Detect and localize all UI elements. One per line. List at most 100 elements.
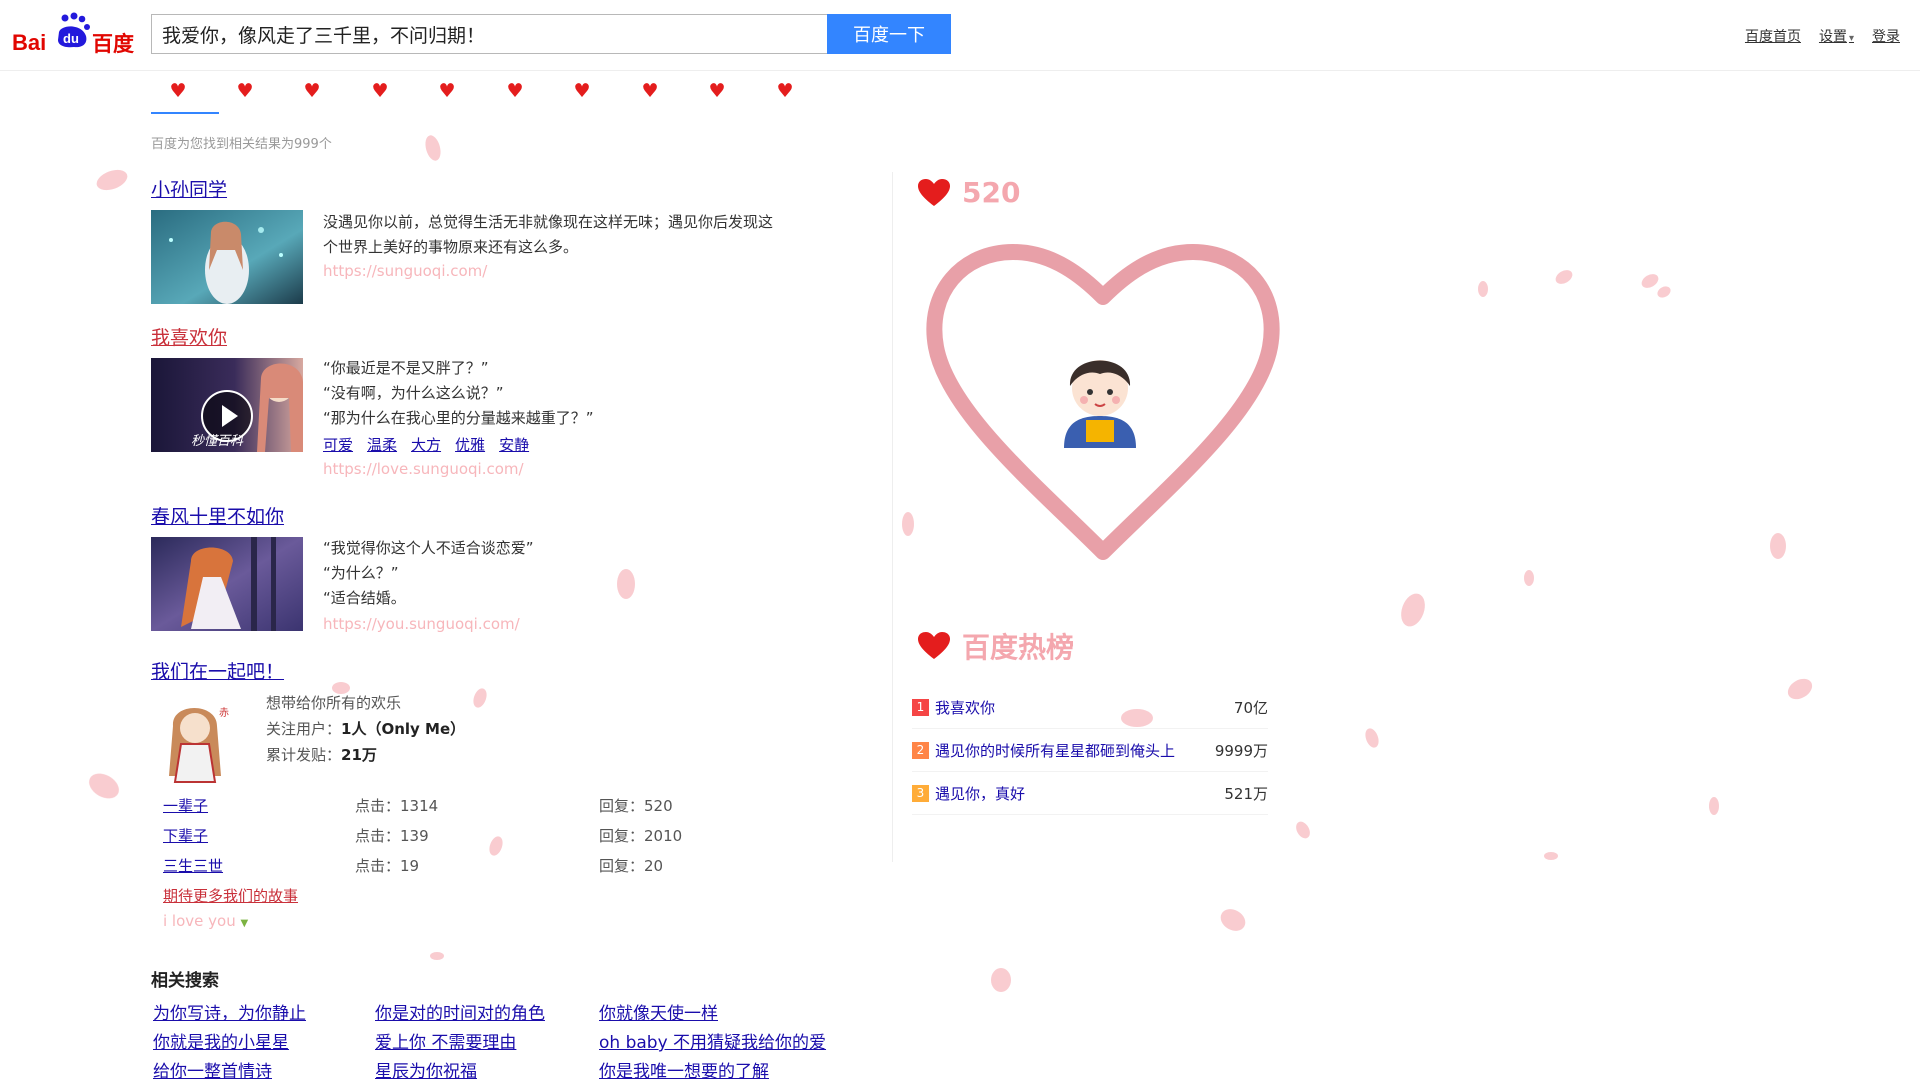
related-search-link[interactable]: 星辰为你祝福 (375, 1057, 477, 1082)
tab-heart-8[interactable]: ♥ (623, 78, 677, 114)
tag-link[interactable]: 温柔 (367, 434, 397, 455)
tag-link[interactable]: 安静 (499, 434, 529, 455)
snippet-line: 个世界上美好的事物原来还有这么多。 (323, 238, 579, 256)
svg-text:百度: 百度 (92, 32, 134, 56)
hot-item-link[interactable]: 遇见你的时候所有星星都砸到俺头上 (935, 740, 1175, 761)
settings-label: 设置 (1818, 29, 1847, 45)
result-2-video-thumbnail[interactable]: 秒懂百科 (151, 358, 303, 452)
hot-item-heat: 521万 (1224, 784, 1268, 803)
dialogue-line: “我觉得你这个人不适合谈恋爱” (323, 539, 534, 557)
tag-link[interactable]: 可爱 (323, 434, 353, 455)
hot-item-link[interactable]: 我喜欢你 (935, 697, 995, 718)
hot-item-heat: 70亿 (1233, 698, 1268, 717)
baidu-logo[interactable]: Bai du 百度 (12, 10, 142, 60)
hot-list-item: 2 遇见你的时候所有星星都砸到俺头上 9999万 (912, 729, 1268, 772)
posts-label: 累计发贴： (266, 746, 342, 764)
tag-link[interactable]: 大方 (411, 434, 441, 455)
snippet-line: 没遇见你以前，总觉得生活无非就像现在这样无味；遇见你后发现这 (323, 213, 774, 231)
love-counter: 520 (918, 176, 1020, 209)
video-watermark: 秒懂百科 (191, 434, 244, 449)
svg-text:赤: 赤 (219, 707, 229, 719)
tab-heart-5[interactable]: ♥ (420, 78, 474, 114)
result-3-url[interactable]: https://you.sunguoqi.com/ (323, 615, 520, 633)
related-search-link[interactable]: 你就像天使一样 (599, 999, 718, 1024)
dialogue-line: “适合结婚。 (323, 589, 406, 607)
rank-badge: 3 (912, 784, 929, 802)
result-1-thumbnail[interactable] (151, 210, 303, 304)
love-count-value: 520 (962, 176, 1021, 209)
search-button[interactable]: 百度一下 (827, 14, 951, 54)
i-love-you-dropdown[interactable]: i love you ▼ (163, 912, 248, 930)
result-3-thumbnail[interactable] (151, 537, 303, 631)
thread-link[interactable]: 三生三世 (163, 855, 223, 876)
result-title-2[interactable]: 我喜欢你 (151, 323, 227, 350)
hot-list-item: 3 遇见你，真好 521万 (912, 772, 1268, 815)
forum-followers: 关注用户：1人（Only Me） (266, 716, 465, 742)
tab-heart-4[interactable]: ♥ (353, 78, 407, 114)
dialogue-line: “为什么？” (323, 564, 399, 582)
tab-heart-7[interactable]: ♥ (555, 78, 609, 114)
thread-replies: 回复：2010 (599, 827, 683, 845)
tab-heart-9[interactable]: ♥ (690, 78, 744, 114)
thread-link[interactable]: 下辈子 (163, 825, 208, 846)
thread-replies: 回复：20 (599, 857, 664, 875)
result-1-url[interactable]: https://sunguoqi.com/ (323, 262, 487, 280)
result-1-snippet: 没遇见你以前，总觉得生活无非就像现在这样无味；遇见你后发现这 个世界上美好的事物… (323, 210, 773, 260)
related-search-link[interactable]: oh baby 不用猜疑我给你的爱 (599, 1028, 826, 1053)
thread-clicks: 点击：19 (355, 857, 420, 875)
tag-link[interactable]: 优雅 (455, 434, 485, 455)
forum-description: 想带给你所有的欢乐 (266, 694, 402, 712)
top-links: 百度首页 设置 ▾ 登录 (1745, 26, 1900, 46)
result-count: 百度为您找到相关结果为999个 (151, 137, 332, 152)
related-search-link[interactable]: 你就是我的小星星 (153, 1028, 289, 1053)
result-2-snippet: “你最近是不是又胖了？” “没有啊，为什么这么说？” “那为什么在我心里的分量越… (323, 356, 594, 431)
result-title-4[interactable]: 我们在一起吧！ (151, 657, 284, 684)
hot-list-item: 1 我喜欢你 70亿 (912, 686, 1268, 729)
related-search-link[interactable]: 爱上你 不需要理由 (375, 1028, 516, 1053)
caret-down-icon: ▼ (240, 918, 249, 929)
search-input[interactable] (152, 15, 827, 53)
followers-label: 关注用户： (266, 720, 342, 738)
rank-badge: 2 (912, 741, 929, 759)
related-search-link[interactable]: 你是我唯一想要的了解 (599, 1057, 769, 1082)
result-3-snippet: “我觉得你这个人不适合谈恋爱” “为什么？” “适合结婚。 (323, 536, 534, 611)
active-tab-indicator (151, 112, 219, 114)
result-title-3[interactable]: 春风十里不如你 (151, 502, 284, 529)
chevron-down-icon: ▾ (1848, 33, 1854, 44)
dialogue-line: “那为什么在我心里的分量越来越重了？” (323, 409, 594, 427)
heart-icon (918, 632, 950, 659)
dialogue-line: “你最近是不是又胖了？” (323, 359, 489, 377)
column-divider (892, 172, 893, 862)
thread-clicks: 点击：1314 (355, 797, 439, 815)
i-love-you-label: i love you (163, 912, 236, 930)
tab-heart-6[interactable]: ♥ (488, 78, 542, 114)
baidu-home-link[interactable]: 百度首页 (1745, 26, 1801, 46)
tab-heart-2[interactable]: ♥ (218, 78, 272, 114)
hot-list-title: 百度热榜 (918, 626, 1074, 666)
settings-link[interactable]: 设置 ▾ (1819, 26, 1854, 46)
tab-heart-3[interactable]: ♥ (285, 78, 339, 114)
header: Bai du 百度 百度一下 百度首页 设置▾ 登录 (0, 0, 1920, 71)
related-search-link[interactable]: 给你一整首情诗 (153, 1057, 272, 1082)
svg-text:Bai: Bai (12, 30, 46, 55)
more-stories-link[interactable]: 期待更多我们的故事 (163, 885, 298, 906)
result-title-1[interactable]: 小孙同学 (151, 175, 227, 202)
hot-list: 1 我喜欢你 70亿 2 遇见你的时候所有星星都砸到俺头上 9999万 3 遇见… (912, 686, 1268, 815)
forum-avatar[interactable]: 赤 (151, 696, 239, 786)
followers-value: 1人（Only Me） (341, 720, 466, 738)
dialogue-line: “没有啊，为什么这么说？” (323, 384, 504, 402)
cartoon-boy-avatar (1050, 340, 1150, 450)
related-search-link[interactable]: 你是对的时间对的角色 (375, 999, 545, 1024)
tab-heart-10[interactable]: ♥ (758, 78, 812, 114)
tab-heart-1[interactable]: ♥ (151, 78, 205, 114)
login-link[interactable]: 登录 (1872, 26, 1900, 46)
hot-item-link[interactable]: 遇见你，真好 (935, 783, 1025, 804)
hot-item-heat: 9999万 (1214, 741, 1268, 760)
search-box (151, 14, 827, 54)
result-2-tags: 可爱 温柔 大方 优雅 安静 (323, 434, 529, 455)
related-search-link[interactable]: 为你写诗，为你静止 (153, 999, 306, 1024)
thread-clicks: 点击：139 (355, 827, 429, 845)
result-2-url[interactable]: https://love.sunguoqi.com/ (323, 460, 524, 478)
forum-info: 想带给你所有的欢乐 关注用户：1人（Only Me） 累计发贴：21万 (266, 690, 465, 768)
thread-link[interactable]: 一辈子 (163, 795, 208, 816)
